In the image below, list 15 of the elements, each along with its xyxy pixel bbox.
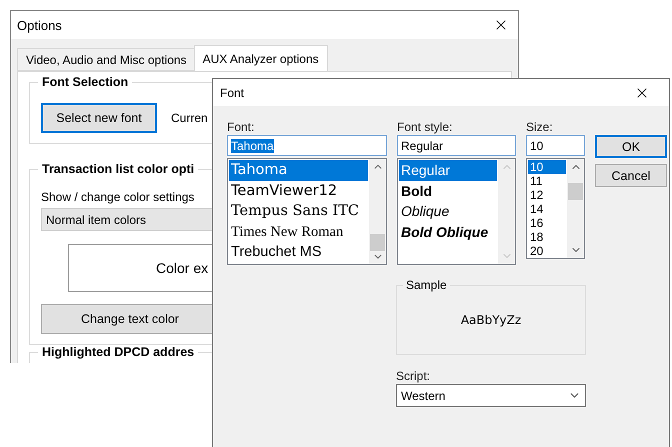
- dialog-title: Font: [220, 86, 244, 100]
- field-label: Script:: [396, 369, 432, 384]
- current-font-label: Curren: [171, 111, 208, 125]
- group-heading: Sample: [403, 278, 450, 292]
- group-heading: Highlighted DPCD addres: [38, 345, 198, 359]
- window-title: Options: [17, 18, 62, 32]
- field-label: Size:: [526, 120, 554, 135]
- dropdown-value: Western: [401, 388, 446, 402]
- group-heading: Transaction list color opti: [38, 162, 198, 176]
- field-label: Font:: [227, 120, 256, 135]
- field-value: Tahoma: [231, 138, 274, 152]
- color-settings-label: Show / change color settings: [41, 190, 194, 204]
- group-heading: Font Selection: [38, 75, 132, 89]
- field-label: Font style:: [397, 120, 454, 135]
- sample-text: AaBbYyZz: [460, 313, 522, 327]
